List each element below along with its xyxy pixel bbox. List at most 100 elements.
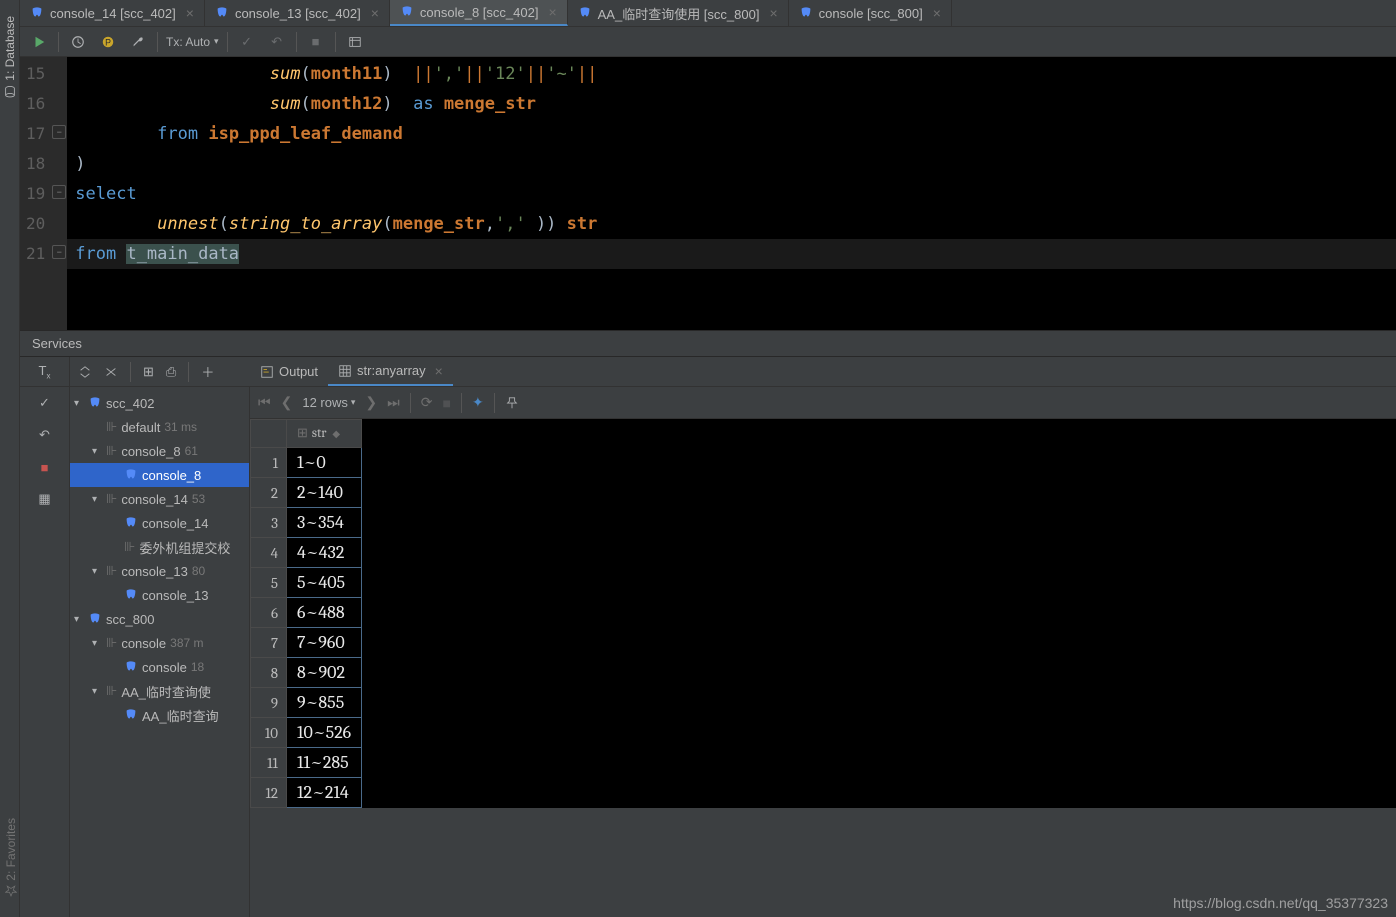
connection-icon: ⊪: [106, 443, 117, 459]
editor-toolbar: P Tx: Auto ▾ ✓ ↶ ■: [20, 27, 1396, 57]
run-button[interactable]: [28, 31, 50, 53]
sidebar-tab-db-label: 1: Database: [3, 16, 17, 81]
add-row-icon[interactable]: ✦: [472, 394, 484, 411]
tree-node-console_13[interactable]: ▾⊪console_13 80: [70, 559, 249, 583]
tree-node-console[interactable]: console 18: [70, 655, 249, 679]
editor-tab-1[interactable]: console_13 [scc_402]×: [205, 0, 390, 26]
tree-node-委外机组提交校[interactable]: ⊪委外机组提交校: [70, 535, 249, 559]
services-panel-header[interactable]: Services: [20, 330, 1396, 357]
tree-node-console[interactable]: ▾⊪console 387 m: [70, 631, 249, 655]
tree-node-scc_402[interactable]: ▾scc_402: [70, 391, 249, 415]
table-row[interactable]: 1111~285: [251, 748, 362, 778]
services-result-tabs: Output str:anyarray ×: [250, 357, 1396, 387]
editor-tab-2[interactable]: console_8 [scc_402]×: [390, 0, 568, 26]
tree-node-default[interactable]: ⊪default 31 ms: [70, 415, 249, 439]
pin-icon[interactable]: [505, 396, 519, 410]
editor-tab-3[interactable]: AA_临时查询使用 [scc_800]×: [568, 0, 789, 26]
grid-icon[interactable]: ⊞: [143, 364, 154, 380]
tx-icon[interactable]: Tx: [39, 363, 51, 381]
bookmark-icon[interactable]: ⎙: [166, 364, 176, 380]
collapse-all-icon[interactable]: [104, 365, 118, 379]
tree-node-console_8[interactable]: console_8: [70, 463, 249, 487]
services-left-icons1: Tx: [20, 357, 70, 387]
connection-icon: ⊪: [106, 419, 117, 435]
stop-icon[interactable]: ■: [33, 455, 57, 479]
table-row[interactable]: 66~488: [251, 598, 362, 628]
expand-all-icon[interactable]: [78, 365, 92, 379]
history-button[interactable]: [67, 31, 89, 53]
tab-result[interactable]: str:anyarray ×: [328, 357, 453, 386]
col-header-str[interactable]: ⊞str◆: [287, 420, 362, 448]
services-tree[interactable]: ▾scc_402⊪default 31 ms▾⊪console_8 61cons…: [70, 387, 250, 917]
database-icon: [88, 396, 102, 410]
sidebar-tab-database[interactable]: 1: Database: [1, 8, 19, 107]
close-icon[interactable]: ×: [548, 4, 556, 20]
postgres-icon: [30, 6, 44, 20]
table-row[interactable]: 33~354: [251, 508, 362, 538]
tree-node-AA_临时查询[interactable]: AA_临时查询: [70, 703, 249, 727]
add-icon[interactable]: ＋: [201, 362, 214, 381]
close-icon[interactable]: ×: [371, 5, 379, 21]
postgres-icon: [124, 660, 138, 674]
revert-icon[interactable]: ↶: [33, 423, 57, 447]
tx-mode-dropdown[interactable]: Tx: Auto ▾: [166, 35, 219, 49]
table-row[interactable]: 55~405: [251, 568, 362, 598]
editor-code-area[interactable]: sum(month11) ||','||'12'||'~'|| sum(mont…: [67, 57, 1396, 330]
services-right-panel: ⏮ ❮ 12 rows ▾ ❯ ⏭ ⟳ ■ ✦ ⊞str◆11~022~1403…: [250, 387, 1396, 917]
connection-icon: ⊪: [106, 635, 117, 651]
stop-button: ■: [305, 31, 327, 53]
table-row[interactable]: 44~432: [251, 538, 362, 568]
explain-button[interactable]: P: [97, 31, 119, 53]
first-page-icon[interactable]: ⏮: [258, 394, 271, 411]
last-page-icon[interactable]: ⏭: [387, 394, 400, 411]
tree-node-console_8[interactable]: ▾⊪console_8 61: [70, 439, 249, 463]
tree-node-console_14[interactable]: console_14: [70, 511, 249, 535]
rows-dropdown[interactable]: 12 rows ▾: [302, 395, 355, 410]
commit-button: ✓: [236, 31, 258, 53]
close-icon[interactable]: ×: [435, 363, 443, 379]
tab-output[interactable]: Output: [250, 357, 328, 386]
star-icon: [5, 885, 17, 897]
services-title: Services: [32, 336, 82, 351]
postgres-icon: [578, 6, 592, 20]
table-row[interactable]: 88~902: [251, 658, 362, 688]
watermark: https://blog.csdn.net/qq_35377323: [1173, 895, 1388, 911]
row-header-blank: [251, 420, 287, 448]
reload-icon[interactable]: ⟳: [421, 394, 433, 411]
table-row[interactable]: 1212~214: [251, 778, 362, 808]
sidebar-tab-fav-label: 2: Favorites: [4, 818, 18, 881]
editor-tab-0[interactable]: console_14 [scc_402]×: [20, 0, 205, 26]
tree-node-console_13[interactable]: console_13: [70, 583, 249, 607]
tree-node-console_14[interactable]: ▾⊪console_14 53: [70, 487, 249, 511]
result-grid-blank: [362, 419, 1396, 808]
postgres-icon: [215, 6, 229, 20]
output-icon: [260, 365, 274, 379]
connection-icon: ⊪: [124, 539, 135, 555]
table-icon: [338, 364, 352, 378]
postgres-icon: [124, 516, 138, 530]
table-row[interactable]: 22~140: [251, 478, 362, 508]
table-row[interactable]: 99~855: [251, 688, 362, 718]
table-row[interactable]: 11~0: [251, 448, 362, 478]
layout-icon[interactable]: ▦: [33, 487, 57, 511]
close-icon[interactable]: ×: [769, 5, 777, 21]
close-icon[interactable]: ×: [186, 5, 194, 21]
code-editor[interactable]: 15161718192021 −−− sum(month11) ||','||'…: [20, 57, 1396, 330]
apply-icon[interactable]: ✓: [33, 391, 57, 415]
result-table[interactable]: ⊞str◆11~022~14033~35444~43255~40566~4887…: [250, 419, 362, 808]
close-icon[interactable]: ×: [933, 5, 941, 21]
postgres-icon: [124, 468, 138, 482]
editor-tab-4[interactable]: console [scc_800]×: [789, 0, 952, 26]
services-toolbar: ⊞ ⎙ ＋: [70, 357, 250, 387]
table-row[interactable]: 1010~526: [251, 718, 362, 748]
next-page-icon[interactable]: ❯: [365, 394, 377, 411]
sidebar-tab-favorites[interactable]: 2: Favorites: [2, 810, 20, 905]
table-row[interactable]: 77~960: [251, 628, 362, 658]
settings-button[interactable]: [344, 31, 366, 53]
postgres-icon: [400, 5, 414, 19]
tree-node-AA_临时查询使[interactable]: ▾⊪AA_临时查询使: [70, 679, 249, 703]
wrench-button[interactable]: [127, 31, 149, 53]
prev-page-icon[interactable]: ❮: [281, 394, 293, 411]
tree-node-scc_800[interactable]: ▾scc_800: [70, 607, 249, 631]
postgres-icon: [124, 588, 138, 602]
